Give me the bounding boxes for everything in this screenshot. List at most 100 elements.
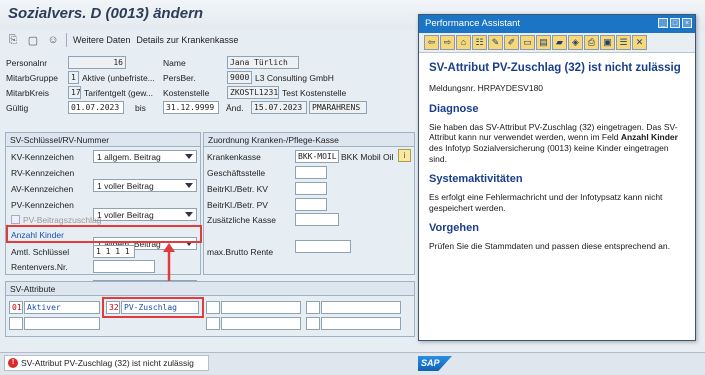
pa-titlebar: Performance Assistant _ □ × (419, 15, 695, 33)
mitarbkreis-text: Tarifentgelt (gew... (84, 88, 153, 98)
max-brutto-field[interactable] (295, 240, 351, 253)
aend-user: PMARAHRENS (309, 101, 367, 114)
mitarbkreis-label: MitarbKreis (6, 88, 49, 98)
status-text: SV-Attribut PV-Zuschlag (32) ist nicht z… (21, 358, 194, 368)
av-kennzeichen-select[interactable]: 1 voller Beitrag (93, 208, 197, 221)
rv-kennzeichen-select[interactable]: 1 voller Beitrag (93, 179, 197, 192)
krankenkasse-text: BKK Mobil Oil (341, 152, 394, 162)
pv-zuschlag-label: PV-Beitragszuschlag (23, 215, 102, 225)
amtl-schluessel-field[interactable]: 1 1 1 1 (93, 245, 135, 258)
minimize-icon[interactable]: _ (658, 18, 668, 28)
persber-text: L3 Consulting GmbH (255, 73, 334, 83)
attr6-code[interactable] (206, 317, 220, 330)
close-icon[interactable]: × (682, 18, 692, 28)
book-icon[interactable]: ▤ (536, 35, 551, 50)
maximize-icon[interactable]: □ (670, 18, 680, 28)
diagnose-text: Sie haben das SV-Attribut PV-Zuschlag (3… (429, 121, 678, 164)
forward-icon[interactable]: ⇨ (440, 35, 455, 50)
zus-kasse-field[interactable] (295, 213, 339, 226)
attr4-code[interactable] (306, 301, 320, 314)
beitrkl-kv-label: BeitrKl./Betr. KV (207, 184, 268, 194)
edit-icon[interactable]: ✎ (488, 35, 503, 50)
beitrkl-pv-field[interactable] (295, 198, 327, 211)
chevron-down-icon (185, 154, 193, 159)
attr2-code[interactable]: 32 (106, 301, 120, 314)
mitarbkreis-code: 17 (68, 86, 81, 99)
attr-group-title: SV-Attribute (6, 282, 414, 296)
bis-label: bis (135, 103, 146, 113)
rentenvers-label: Rentenvers.Nr. (11, 262, 68, 272)
personalnr-label: Personalnr (6, 58, 48, 68)
gueltig-from-field[interactable]: 01.07.2023 (68, 101, 124, 114)
pa-msgnr: Meldungsnr. HRPAYDESV180 (429, 83, 544, 94)
name-label: Name (163, 58, 186, 68)
folder-icon[interactable]: ▭ (520, 35, 535, 50)
rentenvers-field[interactable] (93, 260, 155, 273)
pa-toolbar: ⇦ ⇨ ⌂ ☷ ✎ ✐ ▭ ▤ ▰ ◈ ⎙ ▣ ☰ ✕ (419, 33, 695, 53)
pa-body: SV-Attribut PV-Zuschlag (32) ist nicht z… (419, 53, 695, 260)
attr7-code[interactable] (306, 317, 320, 330)
krankenkasse-field[interactable]: BKK-MOIL (295, 150, 339, 163)
sys-text: Es erfolgt eine Fehlermachricht und der … (429, 192, 663, 213)
geschaeftsstelle-label: Geschäftsstelle (207, 168, 266, 178)
highlight-icon[interactable]: ◈ (568, 35, 583, 50)
gueltig-label: Gültig (6, 103, 29, 113)
aend-date: 15.07.2023 (251, 101, 307, 114)
print-icon[interactable]: ⎙ (584, 35, 599, 50)
overview-icon[interactable]: ⎘ (6, 33, 20, 47)
person-icon[interactable]: ☺ (46, 33, 60, 47)
details-krankenkasse-button[interactable]: Details zur Krankenkasse (136, 35, 238, 45)
mitarbgruppe-code: 1 (68, 71, 79, 84)
mitarbgruppe-label: MitarbGruppe (6, 73, 58, 83)
gueltig-to-field[interactable]: 31.12.9999 (163, 101, 219, 114)
kv-kennzeichen-select[interactable]: 1 allgem. Beitrag (93, 150, 197, 163)
window-icon[interactable]: ▣ (600, 35, 615, 50)
bookmark-icon[interactable]: ▰ (552, 35, 567, 50)
attr5-code[interactable] (9, 317, 23, 330)
zus-kasse-label: Zusätzliche Kasse (207, 215, 276, 225)
av-label: AV-Kennzeichen (11, 184, 74, 194)
vorgehen-heading: Vorgehen (429, 222, 479, 235)
pa-heading: SV-Attribut PV-Zuschlag (32) ist nicht z… (429, 62, 681, 74)
pen-icon[interactable]: ✐ (504, 35, 519, 50)
info-icon[interactable]: i (398, 149, 411, 162)
performance-assistant-window: Performance Assistant _ □ × ⇦ ⇨ ⌂ ☷ ✎ ✐ … (418, 14, 696, 341)
attr7-text (321, 317, 401, 330)
diagnose-heading: Diagnose (429, 103, 479, 115)
chevron-down-icon (185, 212, 193, 217)
personalnr-field: 16 (68, 56, 126, 69)
attr1-code[interactable]: 01 (9, 301, 23, 314)
name-field: Jana Türlich (227, 56, 299, 69)
back-icon[interactable]: ⇦ (424, 35, 439, 50)
vorgehen-text: Prüfen Sie die Stammdaten und passen die… (429, 241, 670, 251)
tree-icon[interactable]: ☷ (472, 35, 487, 50)
kv-label: KV-Kennzeichen (11, 152, 74, 162)
chevron-down-icon (185, 183, 193, 188)
close-doc-icon[interactable]: ✕ (632, 35, 647, 50)
persber-code: 9000 (227, 71, 252, 84)
geschaeftsstelle-field[interactable] (295, 166, 327, 179)
mitarbgruppe-text: Aktive (unbefriste... (82, 73, 155, 83)
attr3-text (221, 301, 301, 314)
attr3-code[interactable] (206, 301, 220, 314)
attr5-text (24, 317, 100, 330)
aend-label: Änd. (226, 103, 244, 113)
create-icon[interactable]: ▢ (26, 33, 40, 47)
anzahl-kinder-label: Anzahl Kinder (11, 230, 64, 240)
kostenstelle-code: ZKOSTL1231 (227, 86, 279, 99)
pv-zuschlag-checkbox[interactable] (11, 215, 20, 224)
status-message[interactable]: ! SV-Attribut PV-Zuschlag (32) ist nicht… (4, 355, 209, 371)
error-icon: ! (8, 358, 18, 368)
pv-label: PV-Kennzeichen (11, 200, 74, 210)
pa-title: Performance Assistant (425, 18, 521, 29)
kk-group-title: Zuordnung Kranken-/Pflege-Kasse (204, 133, 414, 147)
amtl-schluessel-label: Amtl. Schlüssel (11, 247, 70, 257)
attr1-text: Aktiver (24, 301, 100, 314)
beitrkl-kv-field[interactable] (295, 182, 327, 195)
attr4-text (321, 301, 401, 314)
list-icon[interactable]: ☰ (616, 35, 631, 50)
kostenstelle-text: Test Kostenstelle (282, 88, 347, 98)
krankenkasse-label: Krankenkasse (207, 152, 261, 162)
home-icon[interactable]: ⌂ (456, 35, 471, 50)
weitere-daten-button[interactable]: Weitere Daten (73, 35, 130, 45)
